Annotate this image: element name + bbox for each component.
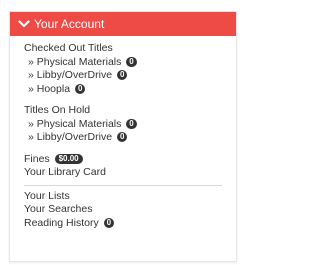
on-hold-libby-link[interactable]: » Libby/OverDrive 0 — [24, 131, 236, 145]
fines-link[interactable]: Fines $0.00 — [24, 153, 236, 167]
on-hold-libby-count-badge: 0 — [116, 132, 128, 142]
your-searches-link[interactable]: Your Searches — [24, 203, 236, 217]
checked-out-physical-count-badge: 0 — [126, 56, 137, 67]
checked-out-hoopla-label: » Hoopla — [28, 82, 71, 95]
on-hold-libby-label: » Libby/OverDrive — [28, 131, 113, 143]
library-card-link[interactable]: Your Library Card — [24, 166, 236, 180]
on-hold-physical-label: » Physical Materials — [28, 117, 122, 130]
your-lists-link[interactable]: Your Lists — [24, 190, 236, 204]
checked-out-libby-label: » Libby/OverDrive — [28, 69, 113, 81]
menu-divider — [24, 184, 222, 186]
titles-on-hold-heading: Titles On Hold — [24, 104, 91, 116]
reading-history-count-badge: 0 — [103, 217, 115, 228]
on-hold-physical-link[interactable]: » Physical Materials 0 — [24, 118, 236, 132]
chevron-down-icon — [18, 20, 30, 28]
your-account-header[interactable]: Your Account — [10, 12, 236, 36]
checked-out-libby-count-badge: 0 — [116, 70, 128, 80]
on-hold-physical-count-badge: 0 — [126, 118, 137, 129]
checked-out-physical-link[interactable]: » Physical Materials 0 — [24, 56, 236, 70]
checked-out-hoopla-link[interactable]: » Hoopla 0 — [24, 83, 236, 97]
account-menu: Checked Out Titles » Physical Materials … — [10, 36, 236, 230]
reading-history-label: Reading History — [24, 216, 99, 229]
checked-out-titles-heading: Checked Out Titles — [24, 42, 113, 54]
checked-out-libby-link[interactable]: » Libby/OverDrive 0 — [24, 69, 236, 83]
header-title: Your Account — [34, 17, 105, 31]
checked-out-physical-label: » Physical Materials — [28, 55, 122, 68]
fines-amount-badge: $0.00 — [54, 153, 83, 164]
reading-history-link[interactable]: Reading History 0 — [24, 217, 236, 231]
account-panel: Your Account Checked Out Titles » Physic… — [9, 11, 237, 262]
checked-out-hoopla-count-badge: 0 — [74, 83, 86, 94]
fines-label: Fines — [24, 152, 50, 165]
